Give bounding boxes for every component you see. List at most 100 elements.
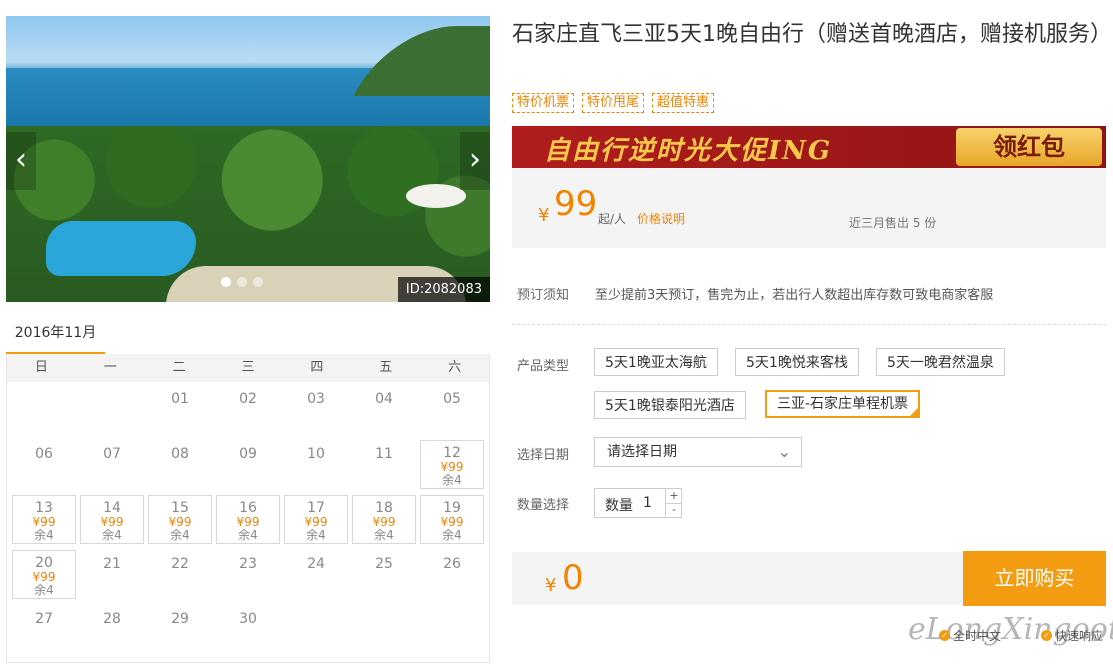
calendar-day: 11 xyxy=(352,440,416,489)
calendar-month-tab[interactable]: 2016年11月 xyxy=(6,322,105,355)
calendar-day xyxy=(80,385,144,434)
calendar-day: 09 xyxy=(216,440,280,489)
calendar-day xyxy=(12,385,76,434)
day-number: 27 xyxy=(35,611,53,627)
notice-text: 至少提前3天预订，售完为止，若出行人数超出库存数可致电商家客服 xyxy=(595,288,994,303)
calendar-weekday-header: 日一二三四五六 xyxy=(7,354,489,382)
calendar-day-available[interactable]: 16 ¥99 余4 xyxy=(216,495,280,544)
gallery-dot[interactable] xyxy=(253,277,263,287)
product-type-option[interactable]: 5天1晚银泰阳光酒店 xyxy=(594,391,746,419)
product-type-option[interactable]: 三亚-石家庄单程机票 xyxy=(765,390,921,418)
day-number: 26 xyxy=(443,556,461,572)
quantity-inner-label: 数量 xyxy=(605,498,633,514)
calendar-day: 26 xyxy=(420,550,484,599)
calendar-day-available[interactable]: 13 ¥99 余4 xyxy=(12,495,76,544)
calendar-day-available[interactable]: 18 ¥99 余4 xyxy=(352,495,416,544)
calendar-day-available[interactable]: 20 ¥99 余4 xyxy=(12,550,76,599)
calendar-day: 28 xyxy=(80,605,144,654)
chevron-down-icon: ⌄ xyxy=(777,442,791,461)
calendar-day: 06 xyxy=(12,440,76,489)
image-id-label: ID:2082083 xyxy=(397,277,490,302)
product-tag: 特价甩尾 xyxy=(582,93,645,113)
day-number: 20 xyxy=(35,555,53,571)
service-badge-chinese: ✓ 全时中文 xyxy=(939,627,1001,644)
promo-banner[interactable]: 自由行逆时光大促ING 领红包 xyxy=(512,126,1106,168)
day-remaining: 余4 xyxy=(442,473,462,487)
calendar-day: 02 xyxy=(216,385,280,434)
quantity-value[interactable]: 1 xyxy=(643,495,652,511)
price-unit: 起/人 xyxy=(598,212,627,226)
quantity-stepper: 数量 1 + - xyxy=(594,488,682,518)
day-number: 06 xyxy=(35,446,53,462)
day-number: 04 xyxy=(375,391,393,407)
day-number: 16 xyxy=(239,500,257,516)
quantity-increase-button[interactable]: + xyxy=(665,489,682,504)
day-remaining: 余4 xyxy=(238,528,258,542)
weekday-label: 六 xyxy=(448,360,462,375)
price-explain-link[interactable]: 价格说明 xyxy=(637,210,685,227)
calendar-grid: 01 02 03 04 05 06 07 08 09 10 11 12 ¥99 余4 13 ¥99 余4 14 ¥9… xyxy=(7,382,489,657)
gallery-prev-button[interactable]: ‹ xyxy=(6,132,36,190)
day-number: 25 xyxy=(375,556,393,572)
calendar-day xyxy=(420,605,484,654)
calendar: 日 一 二 三 四 五 六 01 02 03 04 05 06 07 08 09 10 11 12 ¥99 余4 13 ¥… xyxy=(6,354,490,663)
weekday-label: 日 xyxy=(34,360,48,375)
calendar-day-available[interactable]: 12 ¥99 余4 xyxy=(420,440,484,489)
date-select[interactable]: 请选择日期 ⌄ xyxy=(594,437,802,467)
check-icon: ✓ xyxy=(1041,630,1052,641)
quantity-decrease-button[interactable]: - xyxy=(665,503,682,517)
total-price: 0 xyxy=(562,558,584,598)
day-number: 14 xyxy=(103,500,121,516)
weekday-label: 三 xyxy=(241,360,255,375)
day-remaining: 余4 xyxy=(442,528,462,542)
price-value: 99 xyxy=(554,184,598,224)
calendar-day: 27 xyxy=(12,605,76,654)
day-number: 21 xyxy=(103,556,121,572)
calendar-day: 25 xyxy=(352,550,416,599)
calendar-day xyxy=(352,605,416,654)
product-image-gallery: ‹ › ID:2082083 xyxy=(6,16,490,302)
calendar-day-available[interactable]: 17 ¥99 余4 xyxy=(284,495,348,544)
gallery-dots xyxy=(221,277,263,287)
product-type-option[interactable]: 5天1晚亚太海航 xyxy=(594,348,718,376)
calendar-day: 29 xyxy=(148,605,212,654)
day-number: 01 xyxy=(171,391,189,407)
calendar-day xyxy=(284,605,348,654)
day-number: 30 xyxy=(239,611,257,627)
calendar-day: 07 xyxy=(80,440,144,489)
gallery-dot[interactable] xyxy=(221,277,231,287)
calendar-day-available[interactable]: 14 ¥99 余4 xyxy=(80,495,144,544)
service-label: 快速响应 xyxy=(1055,629,1104,643)
gallery-next-button[interactable]: › xyxy=(460,132,490,190)
calendar-day-available[interactable]: 15 ¥99 余4 xyxy=(148,495,212,544)
day-number: 12 xyxy=(443,445,461,461)
notice-label: 预订须知 xyxy=(517,288,570,303)
day-number: 28 xyxy=(103,611,121,627)
day-number: 19 xyxy=(443,500,461,516)
calendar-day: 23 xyxy=(216,550,280,599)
day-number: 22 xyxy=(171,556,189,572)
day-remaining: 余4 xyxy=(34,583,54,597)
date-label: 选择日期 xyxy=(517,448,570,463)
gallery-dot[interactable] xyxy=(237,277,247,287)
product-tags: 特价机票 特价甩尾 超值特惠 xyxy=(512,93,715,113)
day-remaining: 余4 xyxy=(374,528,394,542)
gallery-hill xyxy=(353,26,490,96)
product-type-option[interactable]: 5天一晚君然温泉 xyxy=(876,348,1005,376)
check-icon: ✓ xyxy=(939,630,950,641)
buy-now-button[interactable]: 立即购买 xyxy=(963,551,1106,606)
red-packet-button[interactable]: 领红包 xyxy=(956,128,1102,166)
price-box: ¥ 99 起/人 价格说明 近三月售出 5 份 xyxy=(512,168,1106,248)
price-currency: ¥ xyxy=(538,205,550,226)
day-number: 02 xyxy=(239,391,257,407)
calendar-day-available[interactable]: 19 ¥99 余4 xyxy=(420,495,484,544)
calendar-day: 05 xyxy=(420,385,484,434)
divider xyxy=(512,324,1106,325)
calendar-day: 24 xyxy=(284,550,348,599)
day-remaining: 余4 xyxy=(34,528,54,542)
gallery-pool xyxy=(46,221,196,276)
product-type-option[interactable]: 5天1晚悦来客栈 xyxy=(735,348,859,376)
day-number: 18 xyxy=(375,500,393,516)
sold-count: 近三月售出 5 份 xyxy=(849,216,937,230)
calendar-day: 04 xyxy=(352,385,416,434)
